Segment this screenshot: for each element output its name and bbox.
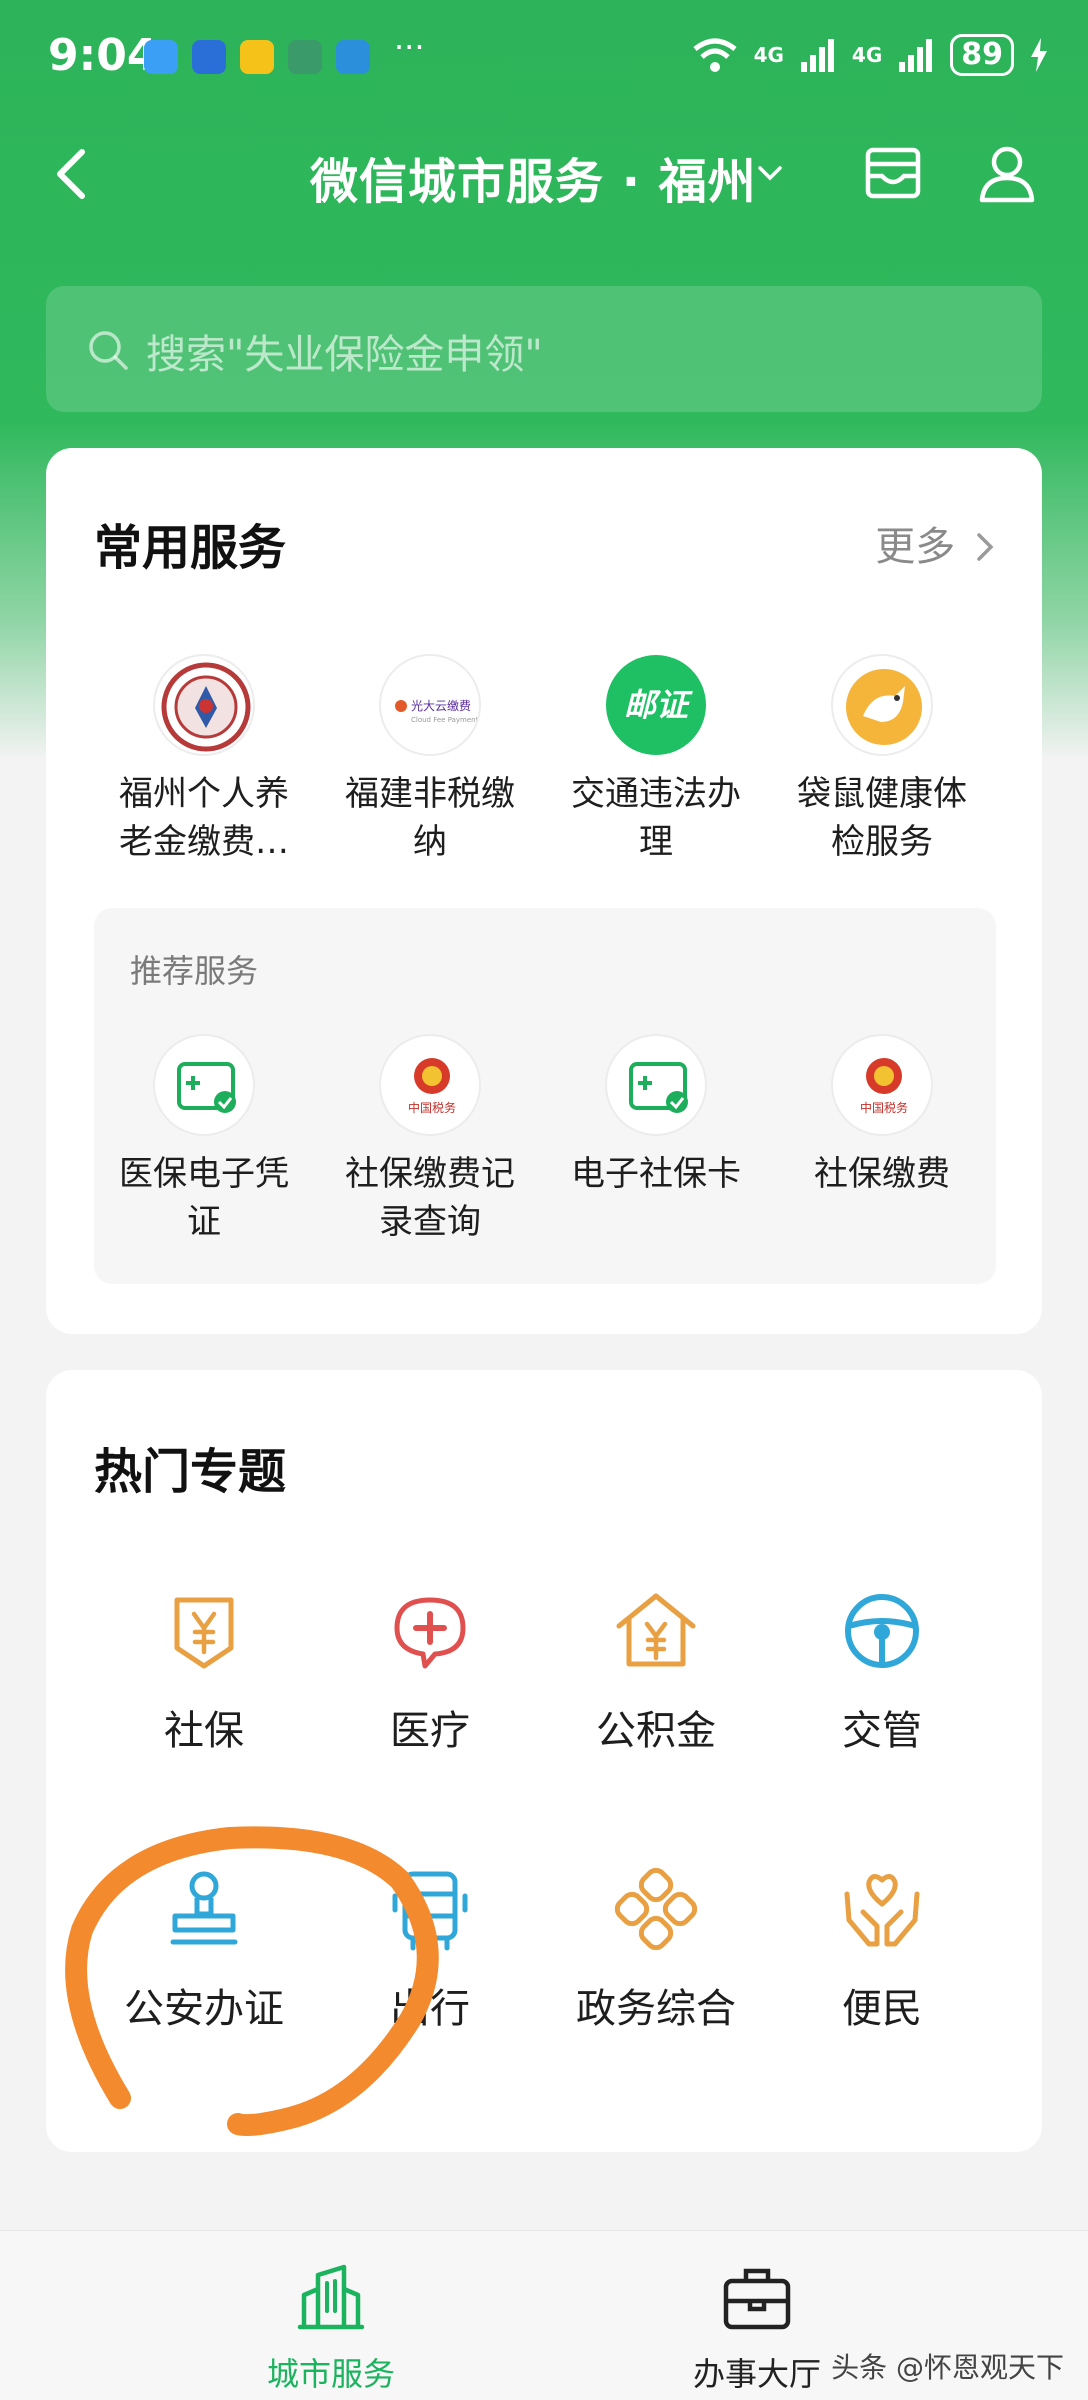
bus-icon bbox=[392, 1871, 468, 1951]
postal-license-icon: 邮证 bbox=[605, 654, 707, 756]
hands-heart-icon bbox=[844, 1874, 920, 1947]
service-label: 医保电子凭 证 bbox=[119, 1154, 289, 1242]
search-bar[interactable]: 搜索"失业保险金申领" bbox=[46, 286, 1042, 412]
svg-text:中国税务: 中国税务 bbox=[408, 1100, 456, 1115]
profile-icon[interactable] bbox=[976, 142, 1038, 204]
topic-traffic-management[interactable]: 交管 bbox=[769, 1586, 995, 1756]
service-traffic-violation[interactable]: 邮证 交通违法办 理 bbox=[543, 654, 769, 866]
chevron-down-icon[interactable] bbox=[755, 158, 785, 188]
svg-text:Cloud Fee Payment: Cloud Fee Payment bbox=[411, 716, 479, 724]
wifi-icon bbox=[693, 38, 737, 72]
battery-indicator: 89 bbox=[950, 34, 1014, 76]
topic-label: 医疗 bbox=[390, 1708, 470, 1754]
more-label: 更多 bbox=[875, 524, 956, 570]
chevron-right-icon bbox=[977, 533, 994, 561]
signal-label-1: 4G bbox=[753, 43, 784, 67]
topic-label: 便民 bbox=[842, 1986, 922, 2032]
inbox-icon[interactable] bbox=[862, 142, 924, 204]
yuan-shield-icon bbox=[174, 1597, 234, 1669]
knot-icon bbox=[614, 1867, 698, 1951]
topic-label: 公积金 bbox=[596, 1708, 716, 1754]
notification-icons bbox=[144, 40, 370, 74]
chat-notification-icon bbox=[144, 40, 178, 74]
social-security-seal-icon bbox=[153, 654, 255, 756]
charging-icon bbox=[1031, 38, 1047, 72]
service-label: 社保缴费 bbox=[814, 1154, 950, 1194]
signal-bars-icon-2 bbox=[899, 39, 933, 72]
topic-label: 政务综合 bbox=[576, 1986, 736, 2032]
recommended-title: 推荐服务 bbox=[130, 952, 259, 990]
service-label: 福建非税缴 纳 bbox=[345, 774, 515, 862]
medical-card-icon bbox=[605, 1034, 707, 1136]
app-notification-icon bbox=[192, 40, 226, 74]
mail-notification-icon bbox=[240, 40, 274, 74]
search-icon bbox=[89, 331, 128, 370]
medical-cross-icon bbox=[394, 1597, 466, 1669]
signal-bars-icon-1 bbox=[800, 39, 834, 72]
browser-notification-icon bbox=[336, 40, 370, 74]
tab-city-services[interactable]: 城市服务 bbox=[211, 2261, 451, 2395]
common-services-title: 常用服务 bbox=[94, 520, 287, 576]
tax-app-notification-icon bbox=[288, 40, 322, 74]
medical-card-icon bbox=[153, 1034, 255, 1136]
steering-wheel-icon bbox=[845, 1594, 919, 1668]
topic-government-services[interactable]: 政务综合 bbox=[543, 1864, 769, 2034]
watermark: 头条 @怀恩观天下 bbox=[831, 2351, 1064, 2384]
service-nontax-payment[interactable]: 光大云缴费 Cloud Fee Payment 福建非税缴 纳 bbox=[317, 654, 543, 866]
svg-text:中国税务: 中国税务 bbox=[860, 1100, 908, 1115]
topic-social-security[interactable]: 社保 bbox=[91, 1586, 317, 1756]
briefcase-icon bbox=[723, 2268, 791, 2330]
more-link[interactable]: 更多 bbox=[875, 514, 996, 572]
service-label: 交通违法办 理 bbox=[571, 774, 741, 862]
app-header: 微信城市服务 · 福州 bbox=[0, 130, 1088, 220]
page-title[interactable]: 微信城市服务 · 福州 bbox=[310, 142, 757, 212]
svg-text:邮证: 邮证 bbox=[624, 686, 693, 724]
service-label: 袋鼠健康体 检服务 bbox=[797, 774, 967, 862]
house-yuan-icon bbox=[616, 1593, 696, 1667]
city-buildings-icon bbox=[297, 2264, 365, 2330]
service-pension-payment[interactable]: 福州个人养 老金缴费… bbox=[91, 654, 317, 866]
service-electronic-social-card[interactable]: 电子社保卡 bbox=[543, 1034, 769, 1198]
topic-police-certificates[interactable]: 公安办证 bbox=[91, 1864, 317, 2034]
topic-label: 公安办证 bbox=[124, 1986, 284, 2032]
common-services-card: 常用服务 更多 福州个人养 老金缴费… 光大云缴费 Cloud Fee Paym… bbox=[46, 448, 1042, 1334]
topic-travel[interactable]: 出行 bbox=[317, 1864, 543, 2034]
service-label: 电子社保卡 bbox=[571, 1154, 741, 1194]
svg-text:光大云缴费: 光大云缴费 bbox=[411, 698, 471, 713]
service-label: 社保缴费记 录查询 bbox=[345, 1154, 515, 1242]
signal-label-2: 4G bbox=[851, 43, 883, 67]
tax-emblem-icon: 中国税务 bbox=[379, 1034, 481, 1136]
status-bar: 9:04 ··· 4G 4G 89 bbox=[0, 0, 1088, 110]
service-health-checkup[interactable]: 袋鼠健康体 检服务 bbox=[769, 654, 995, 866]
tab-label: 城市服务 bbox=[266, 2355, 395, 2393]
status-time: 9:04 bbox=[48, 30, 158, 81]
service-social-security-records[interactable]: 中国税务 社保缴费记 录查询 bbox=[317, 1034, 543, 1246]
topic-housing-fund[interactable]: 公积金 bbox=[543, 1586, 769, 1756]
stamp-icon bbox=[170, 1871, 238, 1945]
cloud-fee-payment-icon: 光大云缴费 Cloud Fee Payment bbox=[379, 654, 481, 756]
topic-convenience[interactable]: 便民 bbox=[769, 1864, 995, 2034]
topic-label: 出行 bbox=[390, 1986, 470, 2032]
hot-topics-card: 热门专题 社保 医疗 公积金 交管 公安办证 出行 政务综合 便民 bbox=[46, 1370, 1042, 2152]
status-more-icon: ··· bbox=[394, 28, 425, 66]
recommended-services-section: 推荐服务 医保电子凭 证 中国税务 社保缴费记 录查询 电子社保卡 中国税务 社… bbox=[94, 908, 996, 1284]
service-social-security-payment[interactable]: 中国税务 社保缴费 bbox=[769, 1034, 995, 1198]
tax-emblem-icon: 中国税务 bbox=[831, 1034, 933, 1136]
topic-label: 社保 bbox=[164, 1708, 244, 1754]
topic-medical[interactable]: 医疗 bbox=[317, 1586, 543, 1756]
kangaroo-icon bbox=[831, 654, 933, 756]
hot-topics-title: 热门专题 bbox=[94, 1444, 287, 1500]
status-right-group: 4G 4G 89 bbox=[692, 34, 1048, 76]
back-icon[interactable] bbox=[44, 144, 104, 204]
service-label: 福州个人养 老金缴费… bbox=[119, 774, 289, 862]
service-medical-voucher[interactable]: 医保电子凭 证 bbox=[91, 1034, 317, 1246]
search-placeholder: 搜索"失业保险金申领" bbox=[146, 332, 543, 378]
topic-label: 交管 bbox=[842, 1708, 922, 1754]
